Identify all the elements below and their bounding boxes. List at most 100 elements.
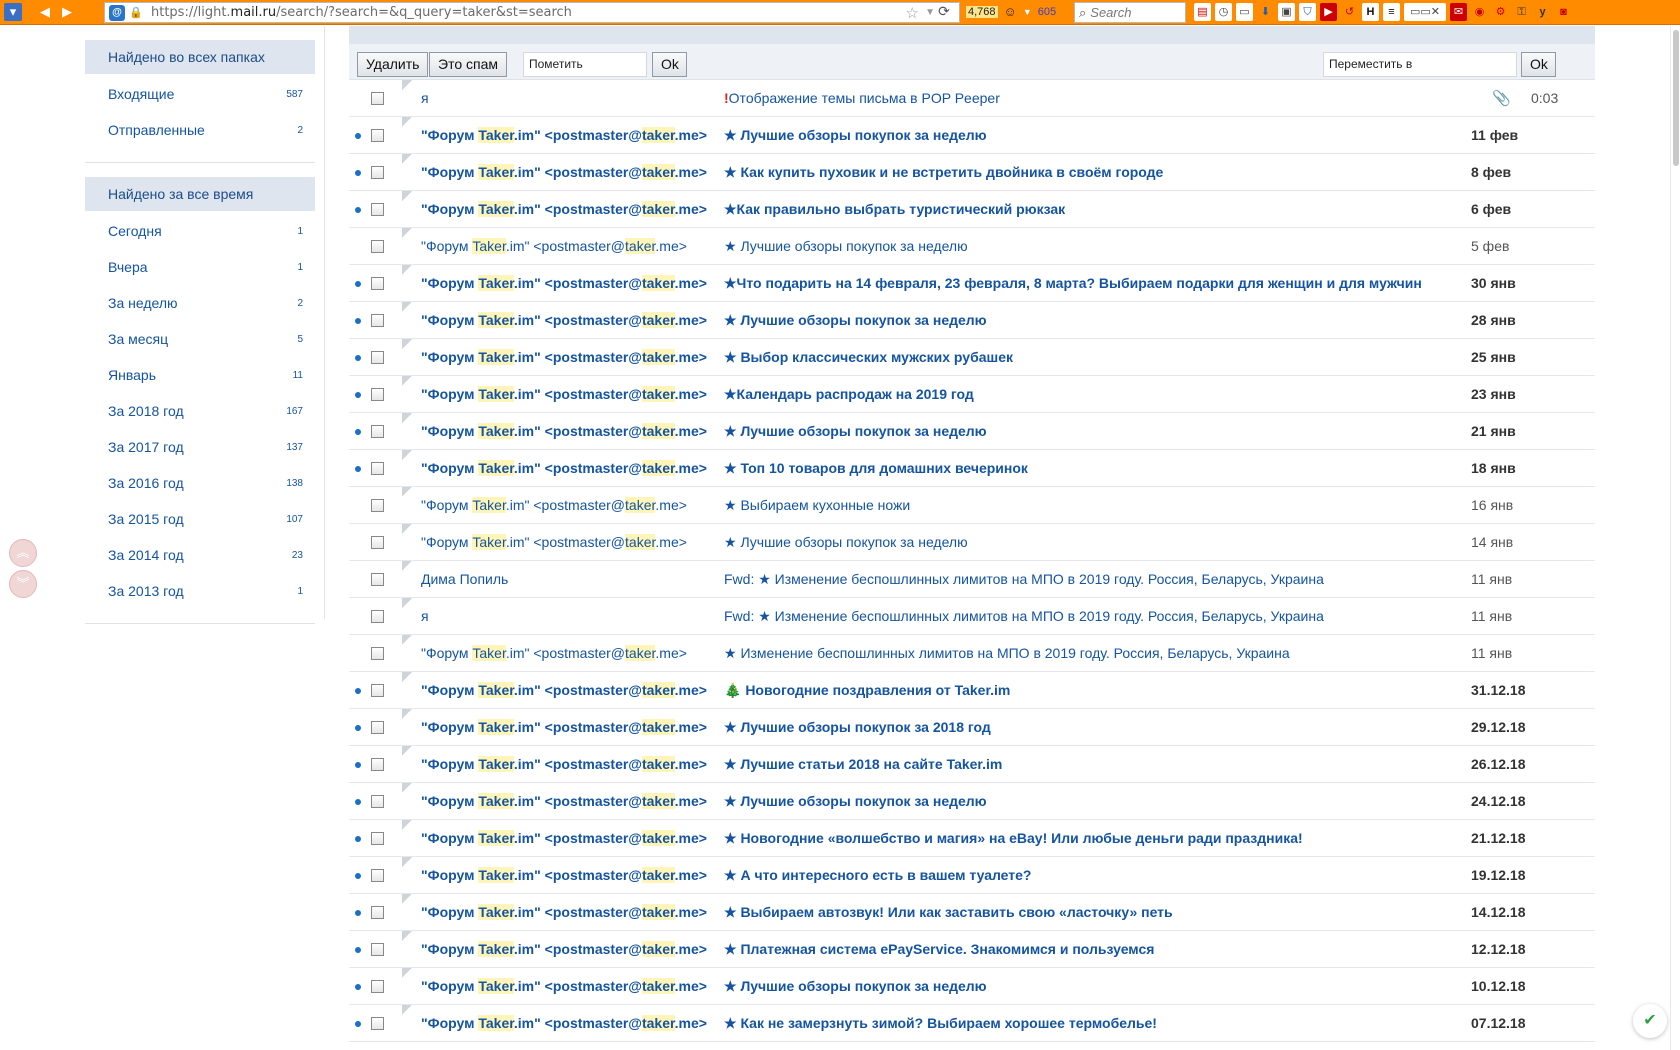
- message-subject-text[interactable]: ★Что подарить на 14 февраля, 23 февраля,…: [724, 275, 1422, 291]
- padlock-icon[interactable]: 🔒: [129, 6, 143, 20]
- flag-icon[interactable]: [402, 598, 412, 608]
- message-row[interactable]: "Форум Taker.im" <postmaster@taker.me> ★ …: [349, 857, 1595, 894]
- message-checkbox[interactable]: [371, 499, 384, 512]
- message-subject-text[interactable]: ★Календарь распродаж на 2019 год: [724, 386, 974, 402]
- sidebar-folder-item[interactable]: Входящие 587: [85, 76, 315, 112]
- sidebar-period-item[interactable]: Сегодня 1: [85, 213, 315, 249]
- message-row[interactable]: "Форум Taker.im" <postmaster@taker.me> ★ …: [349, 117, 1595, 154]
- message-row[interactable]: "Форум Taker.im" <postmaster@taker.me> ★ …: [349, 450, 1595, 487]
- message-row[interactable]: "Форум Taker.im" <postmaster@taker.me> ★ …: [349, 931, 1595, 968]
- message-checkbox[interactable]: [371, 684, 384, 697]
- message-checkbox[interactable]: [371, 351, 384, 364]
- mark-ok-button[interactable]: Ok: [652, 52, 687, 77]
- mail-extension-icon[interactable]: ✉: [1450, 3, 1467, 21]
- message-subject[interactable]: !Отображение темы письма в POP Peeper: [724, 90, 1444, 106]
- sidebar-period-label[interactable]: За 2016 год: [108, 475, 184, 491]
- message-subject-text[interactable]: 🎄 Новогодние поздравления от Taker.im: [724, 682, 1010, 698]
- flag-icon[interactable]: [402, 117, 412, 127]
- message-from[interactable]: "Форум Taker.im" <postmaster@taker.me>: [421, 645, 707, 661]
- sidebar-period-label[interactable]: За 2014 год: [108, 547, 184, 563]
- message-checkbox[interactable]: [371, 462, 384, 475]
- flag-icon[interactable]: [402, 931, 412, 941]
- message-subject[interactable]: ★ Лучшие обзоры покупок за неделю: [724, 423, 1444, 440]
- message-checkbox[interactable]: [371, 240, 384, 253]
- message-row[interactable]: Дима Попиль Fwd: ★ Изменение беспошлинных…: [349, 561, 1595, 598]
- message-subject-text[interactable]: ★ Лучшие статьи 2018 на сайте Taker.im: [724, 756, 1002, 772]
- message-subject-text[interactable]: ★ Топ 10 товаров для домашних вечеринок: [724, 460, 1028, 476]
- message-subject-text[interactable]: ★ Лучшие обзоры покупок за неделю: [724, 312, 987, 328]
- message-from[interactable]: я: [421, 90, 707, 106]
- sidebar-period-label[interactable]: За 2017 год: [108, 439, 184, 455]
- message-subject[interactable]: ★ Лучшие обзоры покупок за неделю: [724, 534, 1444, 551]
- message-from[interactable]: "Форум Taker.im" <postmaster@taker.me>: [421, 682, 707, 698]
- message-subject-text[interactable]: ★ Новогодние «волшебство и магия» на eBa…: [724, 830, 1303, 846]
- message-checkbox[interactable]: [371, 610, 384, 623]
- message-checkbox[interactable]: [371, 536, 384, 549]
- message-from[interactable]: "Форум Taker.im" <postmaster@taker.me>: [421, 941, 707, 957]
- message-row[interactable]: "Форум Taker.im" <postmaster@taker.me> ★ …: [349, 783, 1595, 820]
- message-subject[interactable]: ★ Выбираем автозвук! Или как заставить с…: [724, 904, 1444, 921]
- tabs-extension-icon[interactable]: ▭: [1236, 3, 1253, 21]
- message-row[interactable]: "Форум Taker.im" <postmaster@taker.me> ★ …: [349, 302, 1595, 339]
- screenshot-extension-icon[interactable]: ▣: [1278, 3, 1295, 21]
- flag-icon[interactable]: [402, 524, 412, 534]
- scrollbar-thumb[interactable]: [1673, 30, 1679, 166]
- sidebar-period-item[interactable]: За 2014 год 23: [85, 537, 315, 573]
- message-from[interactable]: "Форум Taker.im" <postmaster@taker.me>: [421, 534, 707, 550]
- flag-icon[interactable]: [402, 376, 412, 386]
- message-subject[interactable]: ★ Лучшие обзоры покупок за неделю: [724, 312, 1444, 329]
- flag-icon[interactable]: [402, 450, 412, 460]
- message-row[interactable]: "Форум Taker.im" <postmaster@taker.me> ★Ч…: [349, 265, 1595, 302]
- message-from[interactable]: "Форум Taker.im" <postmaster@taker.me>: [421, 164, 707, 180]
- message-from[interactable]: "Форум Taker.im" <postmaster@taker.me>: [421, 312, 707, 328]
- mark-select[interactable]: Пометить: [523, 52, 647, 77]
- message-subject-text[interactable]: ★ Выбираем кухонные ножи: [724, 497, 910, 513]
- clock-extension-icon[interactable]: ◷: [1215, 3, 1232, 21]
- message-checkbox[interactable]: [371, 980, 384, 993]
- sidebar-folder-item[interactable]: Отправленные 2: [85, 112, 315, 148]
- message-row[interactable]: "Форум Taker.im" <postmaster@taker.me> ★ …: [349, 524, 1595, 561]
- message-from[interactable]: "Форум Taker.im" <postmaster@taker.me>: [421, 386, 707, 402]
- message-row[interactable]: "Форум Taker.im" <postmaster@taker.me> ★ …: [349, 746, 1595, 783]
- message-subject[interactable]: ★ Лучшие статьи 2018 на сайте Taker.im: [724, 756, 1444, 773]
- message-row[interactable]: "Форум Taker.im" <postmaster@taker.me> ★ …: [349, 894, 1595, 931]
- reload-icon[interactable]: ⟳: [934, 3, 954, 21]
- undo-extension-icon[interactable]: ↺: [1341, 3, 1358, 21]
- message-subject[interactable]: 🎄 Новогодние поздравления от Taker.im: [724, 682, 1444, 699]
- message-subject[interactable]: ★ Выбираем кухонные ножи: [724, 497, 1444, 514]
- message-subject-text[interactable]: ★ Платежная система ePayService. Знакоми…: [724, 941, 1154, 957]
- flag-icon[interactable]: [402, 339, 412, 349]
- message-subject-text[interactable]: ★ А что интересного есть в вашем туалете…: [724, 867, 1031, 883]
- sidebar-period-item[interactable]: За 2018 год 167: [85, 393, 315, 429]
- window-controls-icon[interactable]: ▭▭✕: [1404, 3, 1446, 21]
- flag-icon[interactable]: [402, 783, 412, 793]
- message-subject[interactable]: ★Как правильно выбрать туристический рюк…: [724, 201, 1444, 218]
- message-checkbox[interactable]: [371, 129, 384, 142]
- message-row[interactable]: "Форум Taker.im" <postmaster@taker.me> ★ …: [349, 228, 1595, 265]
- move-ok-button[interactable]: Ok: [1521, 52, 1556, 77]
- download-extension-icon[interactable]: ⬇: [1257, 3, 1274, 21]
- sidebar-period-item[interactable]: За 2017 год 137: [85, 429, 315, 465]
- message-subject[interactable]: ★Что подарить на 14 февраля, 23 февраля,…: [724, 275, 1444, 292]
- flag-icon[interactable]: [402, 635, 412, 645]
- url-text[interactable]: https://light.mail.ru/search/?search=&q_…: [151, 5, 572, 20]
- back-arrow-icon[interactable]: ◀: [36, 3, 54, 21]
- message-checkbox[interactable]: [371, 832, 384, 845]
- message-checkbox[interactable]: [371, 795, 384, 808]
- message-from[interactable]: "Форум Taker.im" <postmaster@taker.me>: [421, 423, 707, 439]
- message-row[interactable]: "Форум Taker.im" <postmaster@taker.me> ★ …: [349, 968, 1595, 1005]
- flag-icon[interactable]: [402, 709, 412, 719]
- sidebar-period-item[interactable]: За месяц 5: [85, 321, 315, 357]
- h-extension-icon[interactable]: H: [1362, 3, 1379, 21]
- flag-icon[interactable]: [402, 561, 412, 571]
- message-row[interactable]: "Форум Taker.im" <postmaster@taker.me> ★К…: [349, 191, 1595, 228]
- message-from[interactable]: "Форум Taker.im" <postmaster@taker.me>: [421, 756, 707, 772]
- browser-search-box[interactable]: ⌕ Search: [1074, 2, 1186, 23]
- message-from[interactable]: "Форум Taker.im" <postmaster@taker.me>: [421, 497, 707, 513]
- message-row[interactable]: "Форум Taker.im" <postmaster@taker.me> ★ …: [349, 1005, 1595, 1042]
- message-subject[interactable]: ★ А что интересного есть в вашем туалете…: [724, 867, 1444, 884]
- message-subject[interactable]: ★ Как купить пуховик и не встретить двой…: [724, 164, 1444, 181]
- sidebar-folder-label[interactable]: Отправленные: [108, 122, 205, 138]
- flag-icon[interactable]: [402, 191, 412, 201]
- message-subject-text[interactable]: Fwd: ★ Изменение беспошлинных лимитов на…: [724, 608, 1324, 624]
